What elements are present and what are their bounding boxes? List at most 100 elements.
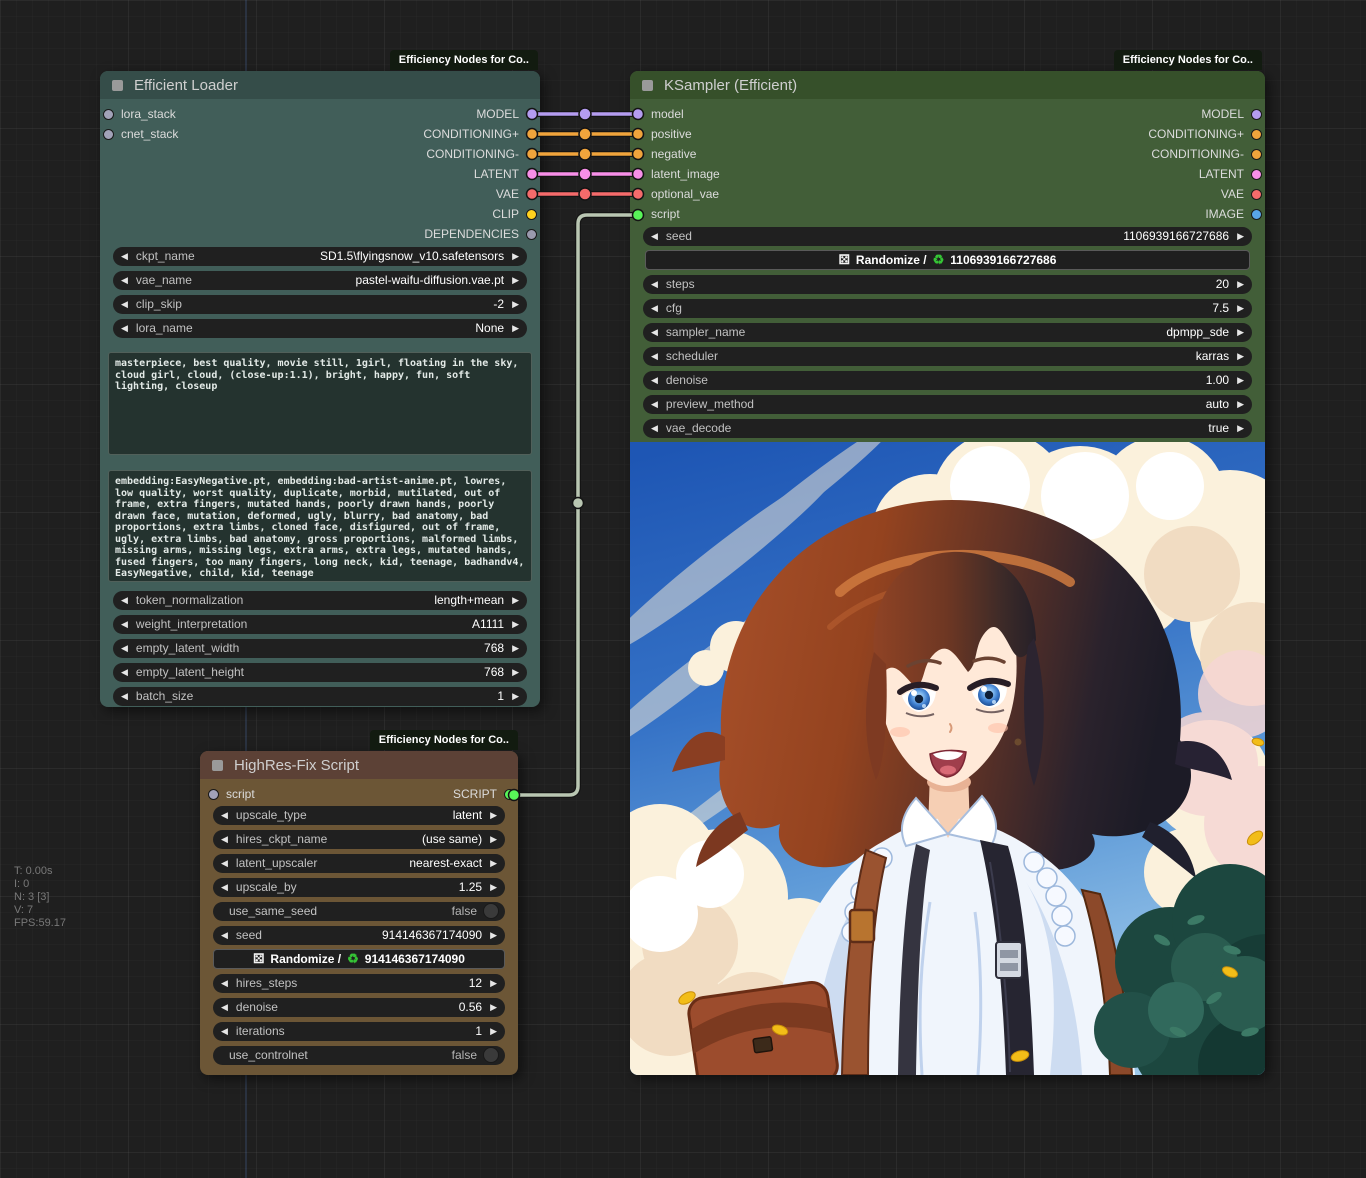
port-dot[interactable]	[1251, 149, 1262, 160]
widget-hires_ckpt_name[interactable]: ◀ hires_ckpt_name (use same) ▶	[213, 830, 505, 849]
port-dot[interactable]	[526, 209, 537, 220]
widget-sampler_name[interactable]: ◀ sampler_name dpmpp_sde ▶	[643, 323, 1252, 342]
arrow-left-icon[interactable]: ◀	[643, 227, 666, 246]
arrow-right-icon[interactable]: ▶	[1229, 419, 1252, 438]
arrow-left-icon[interactable]: ◀	[643, 347, 666, 366]
arrow-right-icon[interactable]: ▶	[504, 271, 527, 290]
arrow-left-icon[interactable]: ◀	[213, 854, 236, 873]
arrow-right-icon[interactable]: ▶	[504, 663, 527, 682]
port-dot[interactable]	[526, 189, 537, 200]
node-ksampler-efficient[interactable]: KSampler (Efficient) model positive nega…	[630, 71, 1265, 1075]
arrow-right-icon[interactable]: ▶	[504, 247, 527, 266]
arrow-right-icon[interactable]: ▶	[504, 615, 527, 634]
port-dot[interactable]	[1251, 189, 1262, 200]
arrow-right-icon[interactable]: ▶	[504, 687, 527, 706]
widget-use_controlnet[interactable]: use_controlnet false	[213, 1046, 505, 1065]
widget-use_same_seed[interactable]: use_same_seed false	[213, 902, 505, 921]
arrow-right-icon[interactable]: ▶	[1229, 227, 1252, 246]
widget-weight_interpretation[interactable]: ◀ weight_interpretation A1111 ▶	[113, 615, 527, 634]
widget-preview_method[interactable]: ◀ preview_method auto ▶	[643, 395, 1252, 414]
widget-latent_upscaler[interactable]: ◀ latent_upscaler nearest-exact ▶	[213, 854, 505, 873]
arrow-left-icon[interactable]: ◀	[213, 878, 236, 897]
arrow-right-icon[interactable]: ▶	[482, 998, 505, 1017]
toggle-knob[interactable]	[483, 903, 499, 919]
toggle-knob[interactable]	[483, 1047, 499, 1063]
node-title-bar[interactable]: HighRes-Fix Script	[200, 751, 518, 779]
node-graph-canvas[interactable]: Efficiency Nodes for Co.. Efficiency Nod…	[0, 0, 1366, 1178]
widget-denoise[interactable]: ◀ denoise 1.00 ▶	[643, 371, 1252, 390]
widget-token_normalization[interactable]: ◀ token_normalization length+mean ▶	[113, 591, 527, 610]
port-dot[interactable]	[526, 129, 537, 140]
arrow-left-icon[interactable]: ◀	[113, 615, 136, 634]
widget-hires_steps[interactable]: ◀ hires_steps 12 ▶	[213, 974, 505, 993]
arrow-left-icon[interactable]: ◀	[213, 998, 236, 1017]
port-dot[interactable]	[526, 229, 537, 240]
arrow-right-icon[interactable]: ▶	[482, 1022, 505, 1041]
node-efficient-loader[interactable]: Efficient Loader lora_stack cnet_stack M…	[100, 71, 540, 707]
arrow-left-icon[interactable]: ◀	[643, 323, 666, 342]
arrow-right-icon[interactable]: ▶	[482, 926, 505, 945]
widget-upscale_type[interactable]: ◀ upscale_type latent ▶	[213, 806, 505, 825]
widget-cfg[interactable]: ◀ cfg 7.5 ▶	[643, 299, 1252, 318]
widget-seed[interactable]: ◀ seed 914146367174090 ▶	[213, 926, 505, 945]
widget-upscale_by[interactable]: ◀ upscale_by 1.25 ▶	[213, 878, 505, 897]
arrow-right-icon[interactable]: ▶	[482, 806, 505, 825]
randomize-button[interactable]: ⚄ Randomize / ♻ 914146367174090	[213, 949, 505, 969]
widget-clip_skip[interactable]: ◀ clip_skip -2 ▶	[113, 295, 527, 314]
arrow-left-icon[interactable]: ◀	[643, 419, 666, 438]
arrow-right-icon[interactable]: ▶	[1229, 395, 1252, 414]
arrow-left-icon[interactable]: ◀	[113, 687, 136, 706]
arrow-left-icon[interactable]: ◀	[213, 926, 236, 945]
node-highres-fix-script[interactable]: HighRes-Fix Script script SCRIPT ◀ upsca…	[200, 751, 518, 1075]
arrow-right-icon[interactable]: ▶	[482, 878, 505, 897]
widget-empty_latent_height[interactable]: ◀ empty_latent_height 768 ▶	[113, 663, 527, 682]
widget-scheduler[interactable]: ◀ scheduler karras ▶	[643, 347, 1252, 366]
widget-empty_latent_width[interactable]: ◀ empty_latent_width 768 ▶	[113, 639, 527, 658]
port-dot[interactable]	[504, 789, 515, 800]
arrow-left-icon[interactable]: ◀	[213, 974, 236, 993]
arrow-left-icon[interactable]: ◀	[643, 395, 666, 414]
node-title-bar[interactable]: Efficient Loader	[100, 71, 540, 99]
arrow-left-icon[interactable]: ◀	[643, 275, 666, 294]
arrow-left-icon[interactable]: ◀	[213, 1022, 236, 1041]
arrow-right-icon[interactable]: ▶	[482, 974, 505, 993]
collapse-box-icon[interactable]	[212, 760, 223, 771]
arrow-right-icon[interactable]: ▶	[504, 591, 527, 610]
arrow-left-icon[interactable]: ◀	[643, 371, 666, 390]
arrow-left-icon[interactable]: ◀	[113, 271, 136, 290]
arrow-left-icon[interactable]: ◀	[113, 639, 136, 658]
positive-prompt-textarea[interactable]: masterpiece, best quality, movie still, …	[108, 352, 532, 455]
widget-lora_name[interactable]: ◀ lora_name None ▶	[113, 319, 527, 338]
arrow-left-icon[interactable]: ◀	[113, 663, 136, 682]
arrow-right-icon[interactable]: ▶	[1229, 323, 1252, 342]
arrow-left-icon[interactable]: ◀	[113, 591, 136, 610]
arrow-right-icon[interactable]: ▶	[504, 295, 527, 314]
port-dot[interactable]	[1251, 209, 1262, 220]
widget-denoise[interactable]: ◀ denoise 0.56 ▶	[213, 998, 505, 1017]
collapse-box-icon[interactable]	[642, 80, 653, 91]
arrow-right-icon[interactable]: ▶	[482, 830, 505, 849]
randomize-button[interactable]: ⚄ Randomize / ♻ 1106939166727686	[645, 250, 1250, 270]
widget-seed[interactable]: ◀ seed 1106939166727686 ▶	[643, 227, 1252, 246]
node-title-bar[interactable]: KSampler (Efficient)	[630, 71, 1265, 99]
widget-batch_size[interactable]: ◀ batch_size 1 ▶	[113, 687, 527, 706]
port-dot[interactable]	[1251, 109, 1262, 120]
port-dot[interactable]	[1251, 169, 1262, 180]
port-dot[interactable]	[526, 149, 537, 160]
collapse-box-icon[interactable]	[112, 80, 123, 91]
port-dot[interactable]	[1251, 129, 1262, 140]
arrow-right-icon[interactable]: ▶	[1229, 347, 1252, 366]
arrow-right-icon[interactable]: ▶	[1229, 275, 1252, 294]
widget-ckpt_name[interactable]: ◀ ckpt_name SD1.5\flyingsnow_v10.safeten…	[113, 247, 527, 266]
widget-iterations[interactable]: ◀ iterations 1 ▶	[213, 1022, 505, 1041]
arrow-left-icon[interactable]: ◀	[213, 830, 236, 849]
arrow-right-icon[interactable]: ▶	[482, 854, 505, 873]
arrow-left-icon[interactable]: ◀	[643, 299, 666, 318]
arrow-right-icon[interactable]: ▶	[1229, 371, 1252, 390]
arrow-left-icon[interactable]: ◀	[113, 247, 136, 266]
negative-prompt-textarea[interactable]: embedding:EasyNegative.pt, embedding:bad…	[108, 470, 532, 582]
arrow-right-icon[interactable]: ▶	[504, 319, 527, 338]
arrow-left-icon[interactable]: ◀	[213, 806, 236, 825]
port-dot[interactable]	[526, 169, 537, 180]
arrow-left-icon[interactable]: ◀	[113, 295, 136, 314]
